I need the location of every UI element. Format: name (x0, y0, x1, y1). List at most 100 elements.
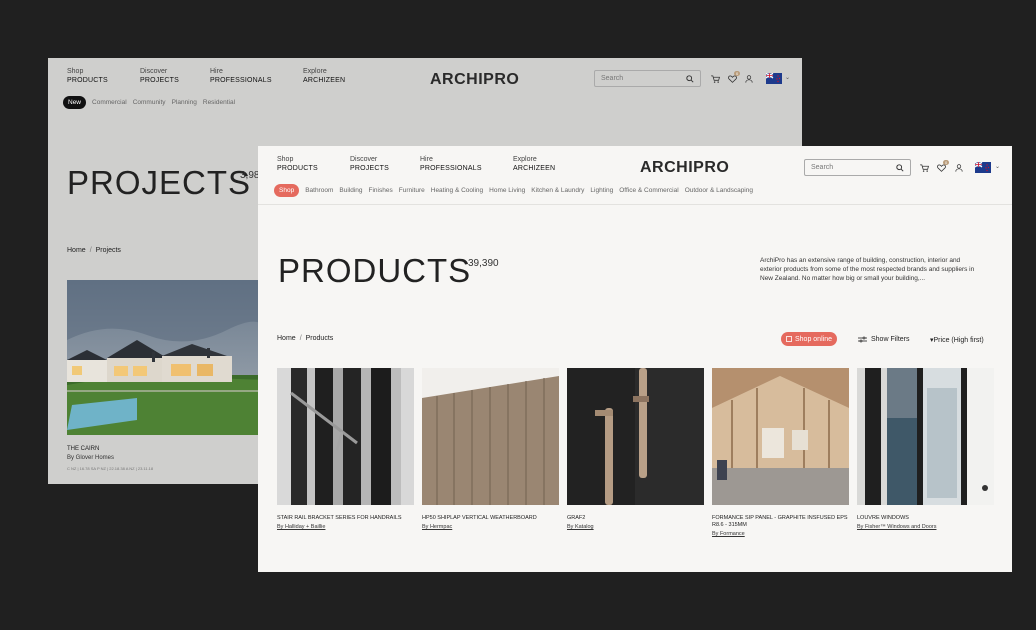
search-icon (686, 74, 694, 83)
product-brand[interactable]: By Hermpac (422, 524, 559, 530)
nav-title: PROFESSIONALS (210, 76, 272, 84)
archipro-logo[interactable]: ARCHIPRO (640, 159, 729, 177)
product-name[interactable]: GRAF2 (567, 515, 704, 522)
search-placeholder: Search (601, 75, 624, 82)
nz-flag-icon[interactable] (766, 73, 782, 84)
nav-shop-products[interactable]: Shop PRODUCTS (277, 156, 318, 173)
heart-icon[interactable] (937, 164, 946, 172)
user-icon[interactable] (955, 164, 963, 172)
category-new[interactable]: New (63, 96, 87, 109)
product-grid: STAIR RAIL BRACKET SERIES FOR HANDRAILS … (277, 368, 994, 537)
product-image[interactable] (567, 368, 704, 505)
category-planning[interactable]: Planning (172, 99, 197, 106)
nav-title: PROFESSIONALS (420, 164, 482, 172)
chevron-down-icon[interactable]: ⌄ (995, 163, 1000, 170)
category-bar: Shop Bathroom Building Finishes Furnitur… (274, 184, 753, 197)
project-count: 3,98 (240, 170, 260, 181)
product-image[interactable] (712, 368, 849, 505)
category-outdoor-landscaping[interactable]: Outdoor & Landscaping (685, 187, 753, 194)
nav-title: PRODUCTS (67, 76, 108, 84)
product-name[interactable]: STAIR RAIL BRACKET SERIES FOR HANDRAILS (277, 515, 414, 522)
nav-hire-professionals[interactable]: Hire PROFESSIONALS (420, 156, 482, 173)
heart-icon[interactable] (728, 75, 737, 83)
main-nav: Shop PRODUCTS Discover PROJECTS Hire PRO… (48, 68, 802, 98)
category-residential[interactable]: Residential (203, 99, 235, 106)
product-card[interactable]: HP50 SHIPLAP VERTICAL WEATHERBOARD By He… (422, 368, 559, 537)
nav-title: PROJECTS (350, 164, 389, 172)
nav-title: ARCHIZEEN (303, 76, 346, 84)
product-image[interactable] (857, 368, 994, 505)
category-furniture[interactable]: Furniture (399, 187, 425, 194)
nav-hire-professionals[interactable]: Hire PROFESSIONALS (210, 68, 272, 85)
category-community[interactable]: Community (133, 99, 166, 106)
nav-label: Hire (210, 68, 223, 75)
product-card[interactable]: LOUVRE WINDOWS By Fisher™ Windows and Do… (857, 368, 994, 537)
archipro-logo[interactable]: ARCHIPRO (430, 71, 519, 89)
nav-explore-archizeen[interactable]: Explore ARCHIZEEN (513, 156, 555, 173)
nav-shop-products[interactable]: Shop PRODUCTS (67, 68, 108, 85)
nav-label: Discover (140, 68, 168, 75)
nav-title: PRODUCTS (277, 164, 318, 172)
page-title: PRODUCTS (278, 252, 472, 289)
chevron-down-icon[interactable]: ⌄ (785, 74, 790, 81)
cart-icon[interactable] (711, 75, 720, 83)
product-name[interactable]: LOUVRE WINDOWS (857, 515, 994, 522)
product-brand[interactable]: By Formance (712, 531, 849, 537)
nav-explore-archizeen[interactable]: Explore ARCHIZEEN (303, 68, 345, 85)
show-filters-button[interactable]: Show Filters (858, 336, 910, 343)
product-image[interactable] (277, 368, 414, 505)
nav-label: Shop (67, 68, 84, 75)
search-input[interactable]: Search (804, 159, 911, 176)
product-name[interactable]: FORMANCE SIP PANEL - GRAPHITE INSFUSED E… (712, 515, 849, 529)
breadcrumb-home[interactable]: Home (277, 335, 296, 342)
nav-label: Explore (303, 68, 327, 75)
filter-icon (858, 336, 867, 343)
shop-online-button[interactable]: Shop online (781, 332, 837, 346)
breadcrumb-current: Products (305, 335, 334, 342)
header-divider (258, 204, 1012, 205)
nav-label: Explore (513, 156, 537, 163)
project-author[interactable]: By Glover Homes (67, 455, 114, 461)
cart-icon[interactable] (920, 164, 929, 172)
category-home-living[interactable]: Home Living (489, 187, 525, 194)
category-office-commercial[interactable]: Office & Commercial (619, 187, 678, 194)
category-kitchen-laundry[interactable]: Kitchen & Laundry (531, 187, 584, 194)
category-bathroom[interactable]: Bathroom (305, 187, 333, 194)
wishlist-badge: 0 (734, 71, 741, 76)
product-image[interactable] (422, 368, 559, 505)
category-heating-cooling[interactable]: Heating & Cooling (431, 187, 483, 194)
category-shop[interactable]: Shop (274, 184, 300, 197)
category-commercial[interactable]: Commercial (92, 99, 127, 106)
product-card[interactable]: GRAF2 By Katalog (567, 368, 704, 537)
nav-discover-projects[interactable]: Discover PROJECTS (350, 156, 389, 173)
project-title[interactable]: THE CAIRN (67, 446, 99, 452)
product-brand[interactable]: By Katalog (567, 524, 704, 530)
breadcrumb-home[interactable]: Home (67, 247, 86, 254)
category-bar: New Commercial Community Planning Reside… (63, 96, 235, 109)
page-title: PROJECTS (67, 164, 252, 201)
category-building[interactable]: Building (339, 187, 362, 194)
project-image[interactable] (67, 280, 267, 435)
nav-title: ARCHIZEEN (513, 164, 556, 172)
search-icon (896, 163, 904, 172)
product-brand[interactable]: By Fisher™ Windows and Doors (857, 524, 994, 530)
main-nav: Shop PRODUCTS Discover PROJECTS Hire PRO… (258, 156, 1012, 186)
product-count: 39,390 (468, 258, 499, 269)
user-icon[interactable] (745, 75, 753, 83)
sort-dropdown[interactable]: ▾Price (High first) (930, 336, 984, 344)
product-card[interactable]: STAIR RAIL BRACKET SERIES FOR HANDRAILS … (277, 368, 414, 537)
nav-label: Discover (350, 156, 378, 163)
nav-title: PROJECTS (140, 76, 179, 84)
search-input[interactable]: Search (594, 70, 701, 87)
show-filters-label: Show Filters (871, 336, 910, 343)
category-lighting[interactable]: Lighting (590, 187, 613, 194)
nz-flag-icon[interactable] (975, 162, 991, 173)
product-card[interactable]: FORMANCE SIP PANEL - GRAPHITE INSFUSED E… (712, 368, 849, 537)
breadcrumb: Home / Projects (67, 247, 121, 254)
search-placeholder: Search (811, 164, 834, 171)
nav-discover-projects[interactable]: Discover PROJECTS (140, 68, 179, 85)
category-finishes[interactable]: Finishes (369, 187, 393, 194)
product-name[interactable]: HP50 SHIPLAP VERTICAL WEATHERBOARD (422, 515, 559, 522)
product-brand[interactable]: By Halliday + Baillie (277, 524, 414, 530)
breadcrumb: Home / Products (277, 335, 334, 342)
